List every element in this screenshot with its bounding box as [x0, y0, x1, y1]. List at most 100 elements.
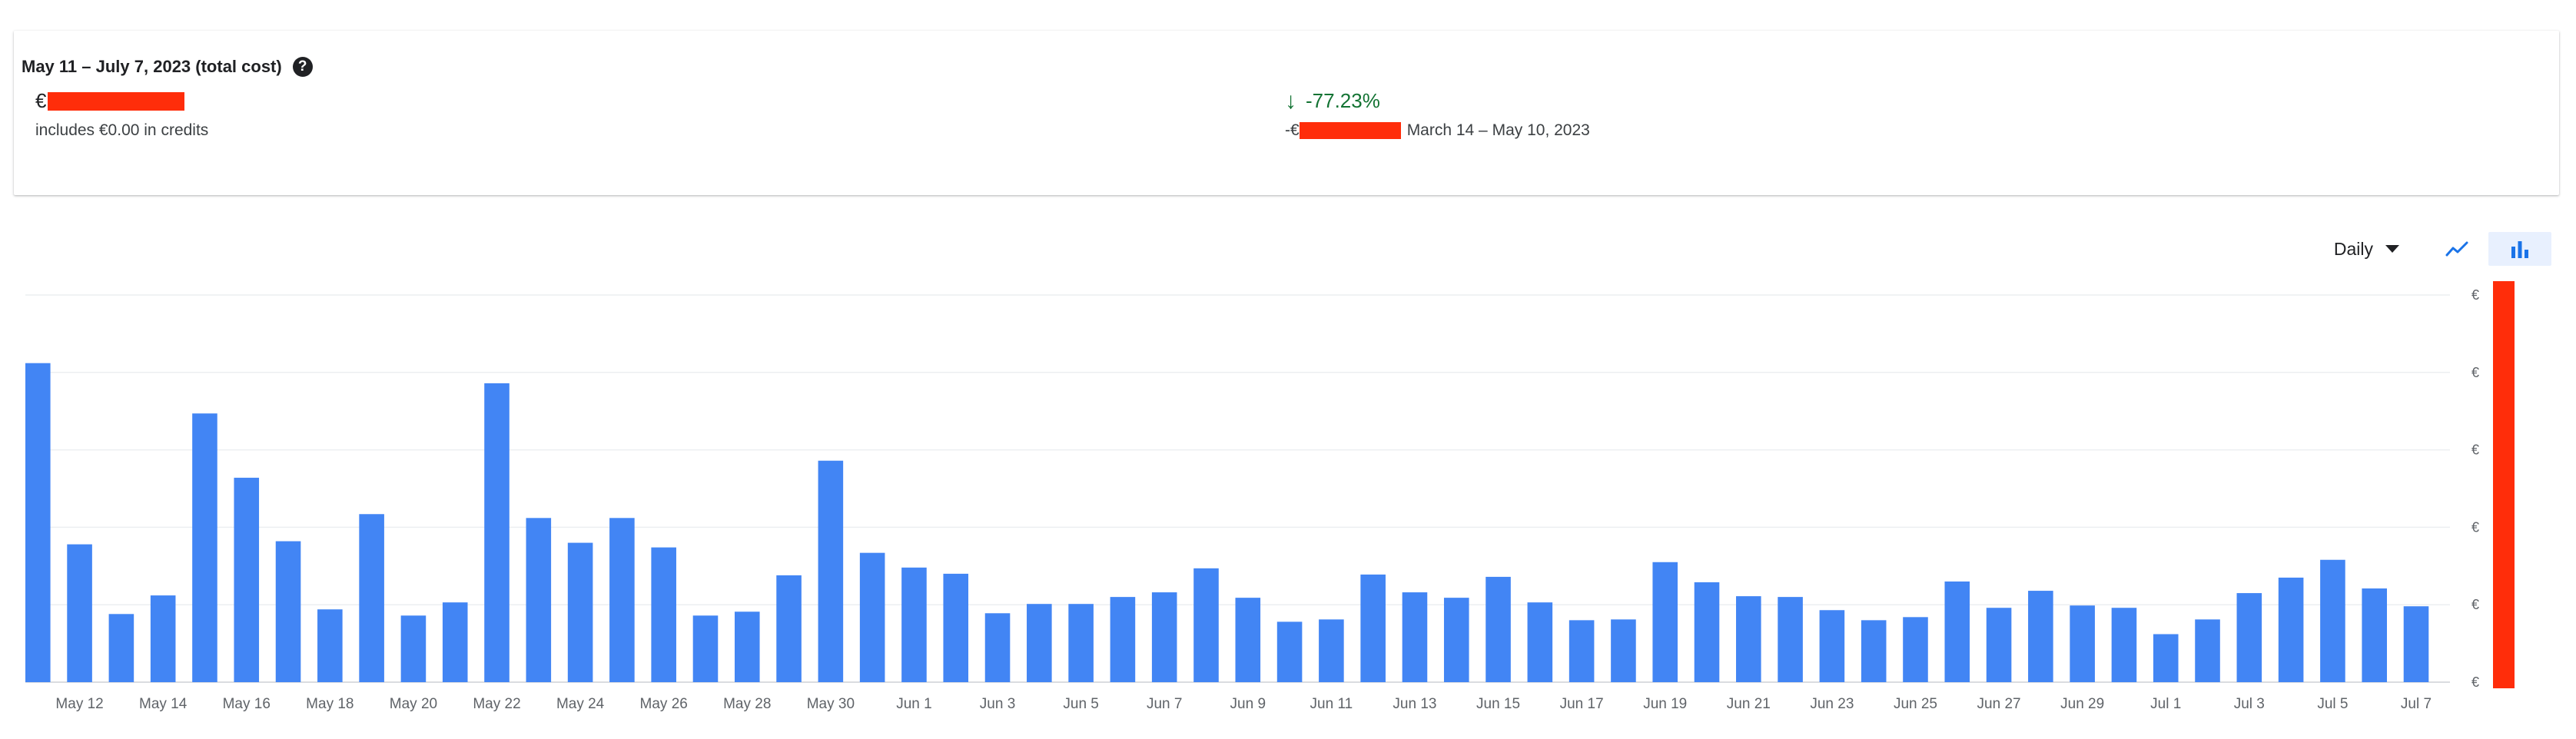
x-tick-label: Jul 7: [2401, 696, 2432, 712]
redacted-y-axis-values: [2493, 281, 2515, 688]
bar-may-21[interactable]: [442, 602, 468, 682]
x-tick-label: Jun 21: [1727, 696, 1771, 712]
bar-may-31[interactable]: [859, 552, 885, 682]
x-tick-label: May 28: [723, 696, 771, 712]
bar-may-13[interactable]: [108, 614, 134, 682]
bar-jul-1[interactable]: [2153, 634, 2179, 683]
bar-jun-20[interactable]: [1694, 582, 1720, 682]
bar-may-28[interactable]: [734, 611, 760, 682]
x-tick-label: Jun 5: [1063, 696, 1098, 712]
x-tick-label: Jul 1: [2150, 696, 2181, 712]
x-tick-label: Jul 5: [2317, 696, 2348, 712]
bar-jun-17[interactable]: [1569, 620, 1595, 682]
redacted-total-cost: [48, 91, 185, 111]
bar-jun-10[interactable]: [1276, 621, 1303, 682]
bar-may-14[interactable]: [150, 595, 176, 682]
bar-jun-15[interactable]: [1486, 576, 1511, 682]
bar-may-24[interactable]: [567, 542, 593, 682]
x-tick-label: Jun 17: [1560, 696, 1604, 712]
bar-chart-svg: € € € € € € May 12 May 14 May 16 May 18 May 20 May …: [25, 281, 2515, 712]
chart-controls: Daily: [2334, 232, 2551, 266]
x-tick-label: Jun 15: [1476, 696, 1520, 712]
bar-chart-button[interactable]: [2488, 232, 2551, 266]
y-tick-label: €: [2471, 519, 2479, 535]
bar-jun-12[interactable]: [1360, 574, 1386, 682]
x-tick-label: Jun 23: [1810, 696, 1854, 712]
bar-jun-1[interactable]: [901, 567, 927, 682]
bar-may-26[interactable]: [651, 547, 676, 682]
bar-may-27[interactable]: [692, 615, 719, 682]
x-tick-label: May 26: [640, 696, 688, 712]
x-tick-label: Jun 29: [2060, 696, 2104, 712]
bar-may-16[interactable]: [234, 477, 260, 682]
line-chart-button[interactable]: [2425, 232, 2488, 266]
x-tick-label: May 18: [306, 696, 354, 712]
bar-may-22[interactable]: [484, 383, 510, 682]
bar-may-20[interactable]: [400, 615, 427, 682]
bar-jun-9[interactable]: [1235, 598, 1261, 682]
x-tick-label: Jun 25: [1894, 696, 1937, 712]
bar-may-23[interactable]: [526, 518, 552, 682]
bar-jun-27[interactable]: [1986, 608, 2012, 682]
bar-jun-5[interactable]: [1068, 604, 1094, 682]
bar-jul-4[interactable]: [2278, 577, 2304, 682]
bar-jun-11[interactable]: [1319, 619, 1344, 682]
bar-jun-30[interactable]: [2111, 608, 2137, 682]
bar-jun-25[interactable]: [1903, 617, 1928, 682]
x-tick-label: May 22: [473, 696, 520, 712]
currency-symbol: €: [35, 89, 47, 112]
bar-may-25[interactable]: [609, 518, 635, 682]
x-tick-label: May 14: [139, 696, 188, 712]
bar-jun-6[interactable]: [1110, 597, 1136, 682]
bar-jun-22[interactable]: [1778, 597, 1803, 682]
bar-jun-24[interactable]: [1861, 620, 1887, 682]
x-tick-label: Jun 27: [1977, 696, 2021, 712]
daily-cost-chart: € € € € € € May 12 May 14 May 16 May 18 May 20 May …: [0, 277, 2576, 739]
bar-jul-6[interactable]: [2362, 588, 2387, 682]
total-cost-value: €: [35, 89, 185, 113]
redacted-previous-cost: [1299, 122, 1401, 139]
x-tick-label: Jun 13: [1393, 696, 1436, 712]
bar-jul-3[interactable]: [2236, 593, 2262, 682]
bar-jun-21[interactable]: [1736, 596, 1761, 682]
x-tick-label: May 20: [390, 696, 437, 712]
compare-prefix: -€: [1285, 121, 1300, 139]
y-tick-label: €: [2471, 287, 2479, 303]
bar-jun-18[interactable]: [1611, 619, 1636, 682]
bar-jun-3[interactable]: [984, 613, 1011, 682]
bar-may-18[interactable]: [317, 609, 343, 682]
bar-may-19[interactable]: [359, 514, 384, 682]
y-tick-label: €: [2471, 365, 2479, 380]
bar-may-12[interactable]: [67, 544, 92, 682]
bar-jul-2[interactable]: [2195, 619, 2220, 682]
bar-jun-4[interactable]: [1027, 604, 1052, 682]
bar-jun-7[interactable]: [1151, 592, 1177, 682]
bar-jun-19[interactable]: [1652, 562, 1678, 682]
bar-jun-13[interactable]: [1402, 592, 1428, 682]
bar-may-29[interactable]: [776, 575, 802, 682]
arrow-down-icon: ↓: [1285, 88, 1296, 114]
bar-jul-5[interactable]: [2320, 559, 2345, 682]
x-tick-label: Jun 3: [980, 696, 1015, 712]
compare-period-text: March 14 – May 10, 2023: [1406, 121, 1590, 139]
x-tick-label: Jun 9: [1230, 696, 1266, 712]
bar-jun-29[interactable]: [2070, 605, 2095, 682]
bar-may-15[interactable]: [192, 413, 217, 682]
summary-title-text: May 11 – July 7, 2023 (total cost): [22, 57, 282, 76]
bar-may-30[interactable]: [818, 460, 844, 682]
bar-jun-23[interactable]: [1819, 610, 1845, 682]
bar-jun-16[interactable]: [1527, 602, 1553, 682]
line-chart-icon: [2445, 241, 2468, 257]
x-tick-label: Jun 7: [1147, 696, 1182, 712]
bar-may-11[interactable]: [25, 363, 51, 682]
bar-jun-14[interactable]: [1443, 598, 1469, 682]
help-circle-icon[interactable]: ?: [292, 57, 313, 77]
bar-jun-28[interactable]: [2028, 591, 2053, 682]
bar-jun-26[interactable]: [1944, 581, 1970, 682]
credits-note: includes €0.00 in credits: [35, 121, 209, 139]
bar-may-17[interactable]: [275, 541, 301, 682]
bar-jun-2[interactable]: [943, 573, 969, 682]
period-dropdown[interactable]: Daily: [2334, 239, 2399, 260]
bar-jun-8[interactable]: [1193, 568, 1219, 682]
bar-jul-7[interactable]: [2403, 606, 2429, 682]
